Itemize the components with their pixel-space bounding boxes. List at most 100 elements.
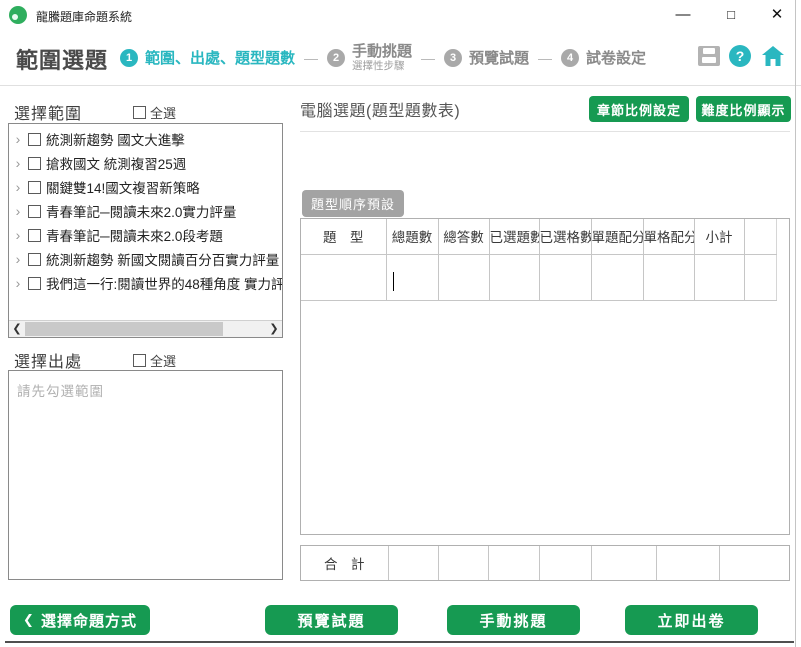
save-icon[interactable] xyxy=(698,46,720,66)
tree-item-label: 青春筆記─閱讀未來2.0段考題 xyxy=(46,225,223,245)
app-window: 龍騰題庫命題系統 — □ ✕ 範圍選題 1 範圍、出處、題型題數 — 2 手動挑… xyxy=(0,0,801,647)
col-header-subtotal: 小計 xyxy=(694,219,744,254)
tree-item[interactable]: › 統測新趨勢 新國文閱讀百分百實力評量 xyxy=(13,247,282,271)
cell-total-questions[interactable] xyxy=(386,254,438,300)
table-row xyxy=(301,254,776,300)
totals-cell xyxy=(539,546,591,580)
tree-item[interactable]: › 青春筆記─閱讀未來2.0段考題 xyxy=(13,223,282,247)
tree-item[interactable]: › 青春筆記─閱讀未來2.0實力評量 xyxy=(13,199,282,223)
panel-divider xyxy=(300,131,790,132)
col-header-empty xyxy=(744,219,776,254)
wizard-steps: 1 範圍、出處、題型題數 — 2 手動挑題 選擇性步驟 — 3 預覽試題 — 4… xyxy=(120,30,646,85)
difficulty-ratio-button[interactable]: 難度比例顯示 xyxy=(696,96,791,122)
maximize-button[interactable]: □ xyxy=(716,4,746,26)
source-placeholder: 請先勾選範圍 xyxy=(9,371,282,409)
tree-item-checkbox[interactable] xyxy=(28,229,41,242)
range-select-all-checkbox[interactable] xyxy=(133,106,146,119)
tree-item-checkbox[interactable] xyxy=(28,205,41,218)
step-3-badge: 3 xyxy=(444,49,462,67)
tree-item-checkbox[interactable] xyxy=(28,253,41,266)
totals-label: 合 計 xyxy=(301,546,388,580)
expand-chevron-icon[interactable]: › xyxy=(13,131,23,147)
home-icon[interactable] xyxy=(761,45,785,67)
step-1-label: 範圍、出處、題型題數 xyxy=(145,47,295,68)
manual-pick-button[interactable]: 手動挑題 xyxy=(447,605,580,635)
preview-questions-button[interactable]: 預覽試題 xyxy=(265,605,398,635)
cell-selected-questions[interactable] xyxy=(489,254,539,300)
range-tree-box: › 統測新趨勢 國文大進擊 › 搶救國文 統測複習25週 › 關鍵雙14!國文複… xyxy=(8,123,283,338)
question-type-table-box: 題 型 總題數 總答數 已選題數 已選格數 單題配分 單格配分 小計 xyxy=(300,218,790,535)
tree-item[interactable]: › 搶救國文 統測複習25週 xyxy=(13,151,282,175)
tree-item[interactable]: › 統測新趨勢 國文大進擊 xyxy=(13,127,282,151)
scrollbar-thumb[interactable] xyxy=(25,322,223,336)
source-select-all-checkbox[interactable] xyxy=(133,354,146,367)
window-bottom-edge xyxy=(5,641,794,643)
cell-total-answers[interactable] xyxy=(438,254,489,300)
expand-chevron-icon[interactable]: › xyxy=(13,203,23,219)
text-cursor xyxy=(393,272,394,291)
range-select-all[interactable]: 全選 xyxy=(133,103,176,122)
totals-cell xyxy=(388,546,438,580)
generate-exam-button[interactable]: 立即出卷 xyxy=(625,605,758,635)
expand-chevron-icon[interactable]: › xyxy=(13,275,23,291)
tree-item-checkbox[interactable] xyxy=(28,277,41,290)
cell-type[interactable] xyxy=(301,254,386,300)
tree-item-checkbox[interactable] xyxy=(28,133,41,146)
col-header-points-per-cell: 單格配分 xyxy=(643,219,694,254)
step-3-label: 預覽試題 xyxy=(469,47,529,68)
step-2-label: 手動挑題 xyxy=(352,43,412,60)
source-select-all[interactable]: 全選 xyxy=(133,351,176,370)
totals-cell xyxy=(438,546,488,580)
question-type-table: 題 型 總題數 總答數 已選題數 已選格數 單題配分 單格配分 小計 xyxy=(301,219,777,301)
cell-extra[interactable] xyxy=(744,254,776,300)
tree-item-label: 統測新趨勢 國文大進擊 xyxy=(46,129,185,149)
source-select-all-label: 全選 xyxy=(150,351,176,370)
app-logo-icon xyxy=(9,6,27,24)
tree-item-label: 關鍵雙14!國文複習新策略 xyxy=(46,177,200,197)
tree-item-label: 我們這一行:閱讀世界的48種角度 實力評量 xyxy=(46,273,282,293)
tree-item-checkbox[interactable] xyxy=(28,157,41,170)
col-header-selected-questions: 已選題數 xyxy=(489,219,539,254)
expand-chevron-icon[interactable]: › xyxy=(13,251,23,267)
scrollbar-track[interactable] xyxy=(25,321,266,337)
expand-chevron-icon[interactable]: › xyxy=(13,227,23,243)
col-header-total-questions: 總題數 xyxy=(386,219,438,254)
expand-chevron-icon[interactable]: › xyxy=(13,179,23,195)
help-icon[interactable]: ? xyxy=(729,45,751,67)
chapter-ratio-button[interactable]: 章節比例設定 xyxy=(589,96,689,122)
step-4-badge: 4 xyxy=(561,49,579,67)
col-header-selected-cells: 已選格數 xyxy=(539,219,591,254)
cell-points-per-cell[interactable] xyxy=(643,254,694,300)
totals-cell xyxy=(488,546,539,580)
minimize-button[interactable]: — xyxy=(668,4,698,26)
choose-method-back-button[interactable]: ❮ 選擇命題方式 xyxy=(10,605,150,635)
horizontal-scrollbar[interactable]: ❮ ❯ xyxy=(9,320,282,337)
range-select-all-label: 全選 xyxy=(150,103,176,122)
panel-title: 電腦選題(題型題數表) xyxy=(300,97,460,121)
source-section-label: 選擇出處 xyxy=(14,348,82,372)
tree-item-label: 青春筆記─閱讀未來2.0實力評量 xyxy=(46,201,236,221)
question-order-badge[interactable]: 題型順序預設 xyxy=(302,190,404,217)
close-button[interactable]: ✕ xyxy=(762,4,792,26)
range-section-label: 選擇範圍 xyxy=(14,100,82,124)
titlebar: 龍騰題庫命題系統 — □ ✕ xyxy=(0,0,801,30)
page-title: 範圍選題 xyxy=(16,43,108,75)
window-right-border xyxy=(795,0,796,647)
step-2-sublabel: 選擇性步驟 xyxy=(352,60,412,72)
step-dash: — xyxy=(536,50,554,66)
scroll-right-icon[interactable]: ❯ xyxy=(266,321,282,337)
tree-item[interactable]: › 關鍵雙14!國文複習新策略 xyxy=(13,175,282,199)
expand-chevron-icon[interactable]: › xyxy=(13,155,23,171)
cell-selected-cells[interactable] xyxy=(539,254,591,300)
col-header-total-answers: 總答數 xyxy=(438,219,489,254)
step-dash: — xyxy=(302,50,320,66)
range-tree: › 統測新趨勢 國文大進擊 › 搶救國文 統測複習25週 › 關鍵雙14!國文複… xyxy=(9,124,282,295)
cell-subtotal[interactable] xyxy=(694,254,744,300)
back-button-label: 選擇命題方式 xyxy=(41,610,137,631)
cell-points-per-question[interactable] xyxy=(591,254,643,300)
scroll-left-icon[interactable]: ❮ xyxy=(9,321,25,337)
tree-item[interactable]: › 我們這一行:閱讀世界的48種角度 實力評量 xyxy=(13,271,282,295)
totals-cell xyxy=(591,546,656,580)
col-header-type: 題 型 xyxy=(301,219,386,254)
tree-item-checkbox[interactable] xyxy=(28,181,41,194)
